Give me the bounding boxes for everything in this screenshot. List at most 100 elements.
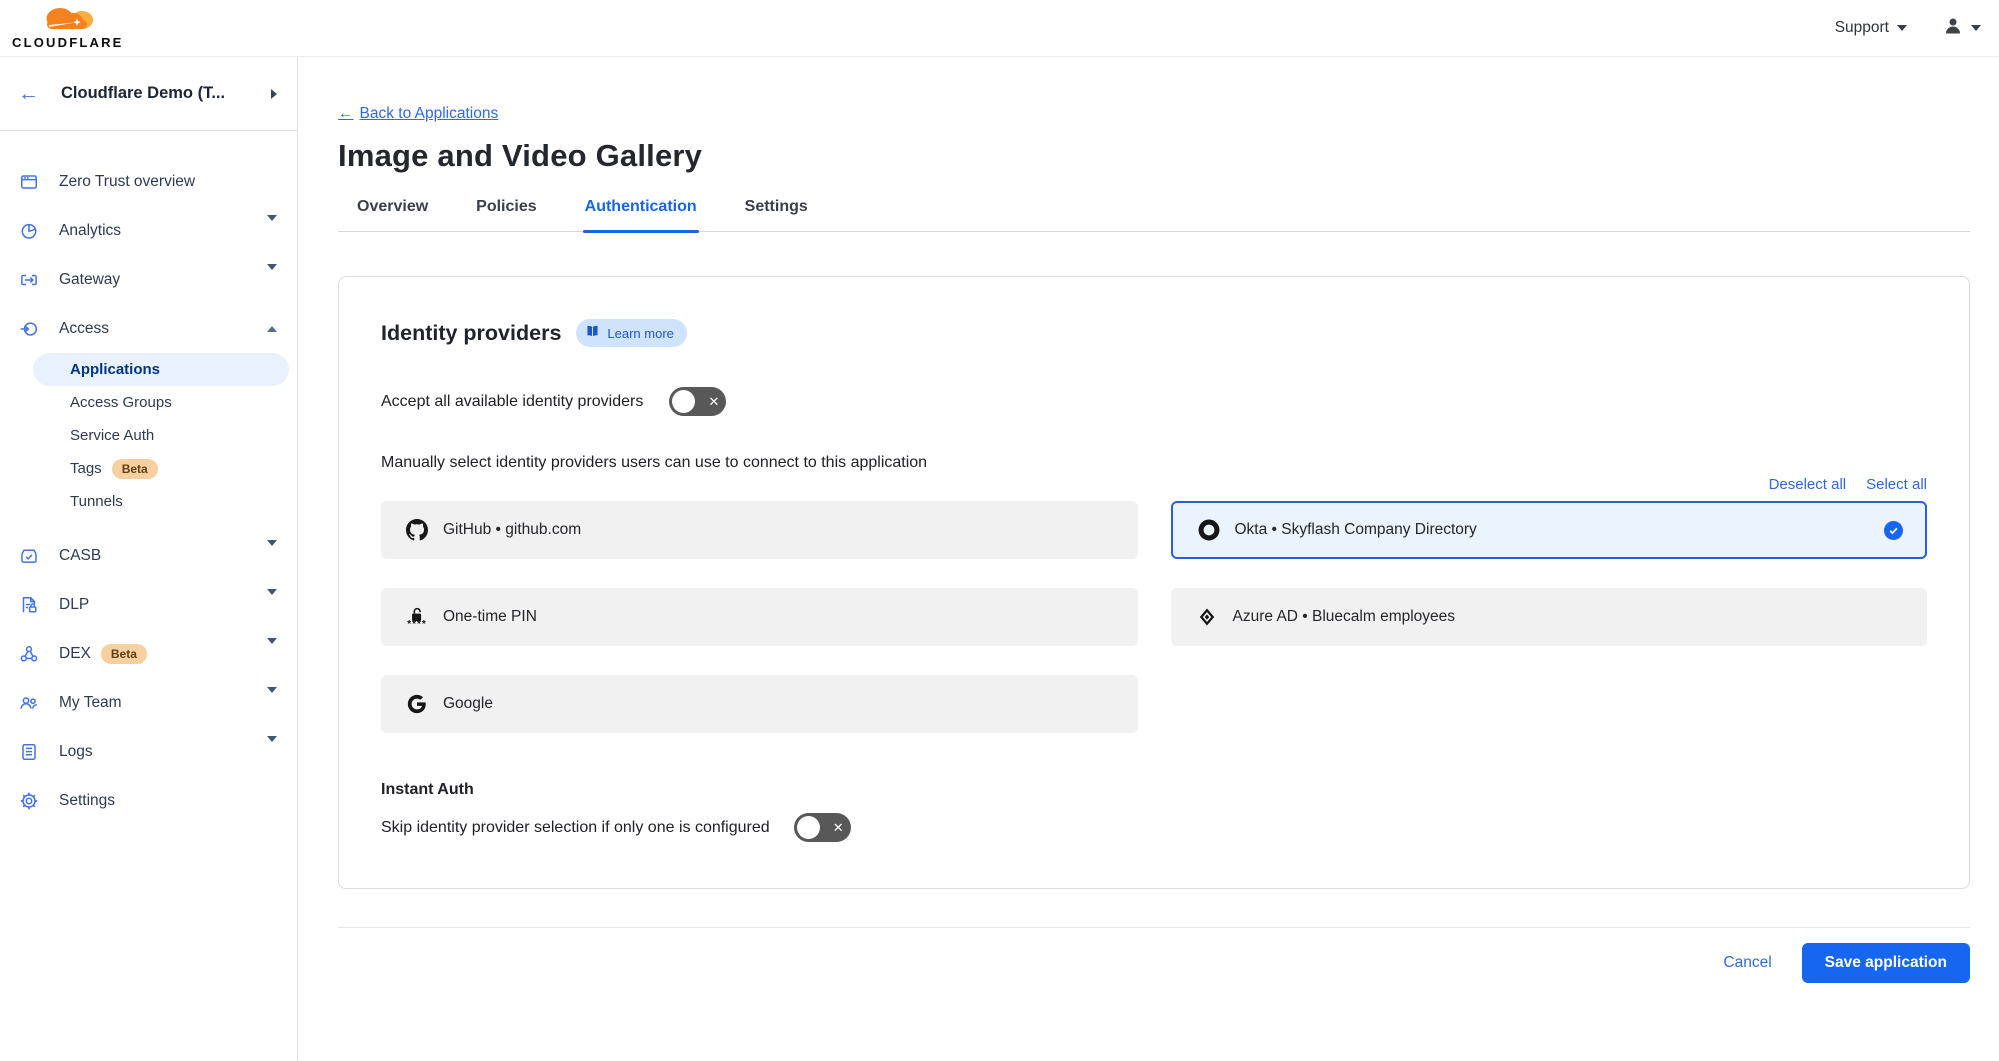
okta-icon xyxy=(1198,519,1220,541)
provider-tile-one-time-pin[interactable]: **** One-time PIN xyxy=(381,588,1138,646)
box-check-icon xyxy=(19,546,39,566)
tab-authentication[interactable]: Authentication xyxy=(583,198,699,231)
deselect-all-link[interactable]: Deselect all xyxy=(1769,476,1847,493)
sidebar-item-service-auth[interactable]: Service Auth xyxy=(0,419,297,452)
provider-tile-google[interactable]: Google xyxy=(381,675,1138,733)
save-application-button[interactable]: Save application xyxy=(1802,943,1970,983)
tab-policies[interactable]: Policies xyxy=(474,198,538,231)
accept-all-toggle[interactable]: ✕ xyxy=(669,387,726,416)
instant-auth-heading: Instant Auth xyxy=(381,781,1927,799)
toggle-knob xyxy=(797,816,820,839)
otp-stars: **** xyxy=(407,623,427,627)
azure-ad-icon xyxy=(1196,606,1218,628)
github-icon xyxy=(406,519,428,541)
chevron-down-icon xyxy=(267,589,277,621)
toggle-knob xyxy=(672,390,695,413)
topbar: CLOUDFLARE Support xyxy=(0,0,1999,57)
page-title: Image and Video Gallery xyxy=(338,138,1970,174)
provider-tile-azure-ad[interactable]: Azure AD • Bluecalm employees xyxy=(1171,588,1928,646)
select-all-link[interactable]: Select all xyxy=(1866,476,1927,493)
toggle-x-icon: ✕ xyxy=(708,395,719,408)
cloudflare-logo[interactable]: CLOUDFLARE xyxy=(12,6,124,50)
gateway-icon xyxy=(19,270,39,290)
support-menu[interactable]: Support xyxy=(1835,19,1907,37)
sidebar-item-label: Zero Trust overview xyxy=(59,173,195,191)
toggle-x-icon: ✕ xyxy=(833,821,844,834)
instant-auth-toggle[interactable]: ✕ xyxy=(794,813,851,842)
sidebar-item-label: Logs xyxy=(59,743,93,761)
sidebar-item-dex[interactable]: DEX Beta xyxy=(0,629,297,678)
tab-bar: Overview Policies Authentication Setting… xyxy=(338,198,1970,232)
cloudflare-wordmark: CLOUDFLARE xyxy=(12,35,124,50)
back-arrow-icon: ← xyxy=(338,105,354,123)
sidebar-item-tags[interactable]: Tags Beta xyxy=(0,452,297,485)
sidebar-item-applications[interactable]: Applications xyxy=(33,353,289,386)
sidebar-item-access-groups[interactable]: Access Groups xyxy=(0,386,297,419)
sidebar-item-label: Tunnels xyxy=(70,493,123,510)
learn-more-badge[interactable]: Learn more xyxy=(576,319,686,347)
sidebar-item-tunnels[interactable]: Tunnels xyxy=(0,485,297,518)
sidebar-item-access[interactable]: Access xyxy=(0,304,297,353)
chevron-down-icon xyxy=(267,638,277,670)
sidebar-item-label: CASB xyxy=(59,547,101,565)
chevron-right-icon xyxy=(271,89,277,99)
document-lock-icon xyxy=(19,595,39,615)
browser-window-icon xyxy=(19,172,39,192)
tab-settings[interactable]: Settings xyxy=(743,198,810,231)
footer-divider xyxy=(338,927,1970,928)
manual-select-text: Manually select identity providers users… xyxy=(381,454,1927,472)
back-to-applications-link[interactable]: ← Back to Applications xyxy=(338,105,498,123)
sidebar-item-label: Applications xyxy=(70,361,160,378)
back-arrow-icon[interactable]: ← xyxy=(18,83,39,104)
document-list-icon xyxy=(19,742,39,762)
pie-chart-icon xyxy=(19,221,39,241)
sidebar-item-dlp[interactable]: DLP xyxy=(0,580,297,629)
chevron-down-icon xyxy=(267,736,277,768)
sidebar-item-label: DEX xyxy=(59,645,91,663)
cancel-button[interactable]: Cancel xyxy=(1723,954,1771,972)
network-icon xyxy=(19,644,39,664)
instant-auth-label: Skip identity provider selection if only… xyxy=(381,819,770,837)
sidebar-item-label: Access xyxy=(59,320,109,338)
sidebar-item-label: Access Groups xyxy=(70,394,172,411)
chevron-up-icon xyxy=(267,326,277,332)
google-icon xyxy=(406,694,428,714)
sidebar-item-casb[interactable]: CASB xyxy=(0,531,297,580)
selected-check-icon xyxy=(1884,521,1903,540)
sidebar-item-label: DLP xyxy=(59,596,89,614)
beta-badge: Beta xyxy=(112,459,158,479)
chevron-down-icon xyxy=(1897,25,1907,31)
people-icon xyxy=(19,693,39,713)
provider-tiles: GitHub • github.com Okta • Skyflash Comp… xyxy=(381,501,1927,733)
sidebar-item-analytics[interactable]: Analytics xyxy=(0,206,297,255)
user-menu[interactable] xyxy=(1943,16,1981,41)
provider-tile-github[interactable]: GitHub • github.com xyxy=(381,501,1138,559)
sidebar-item-my-team[interactable]: My Team xyxy=(0,678,297,727)
chevron-down-icon xyxy=(1971,25,1981,31)
sidebar-item-zero-trust-overview[interactable]: Zero Trust overview xyxy=(0,157,297,206)
book-icon xyxy=(585,324,600,342)
tab-overview[interactable]: Overview xyxy=(355,198,430,231)
chevron-down-icon xyxy=(267,687,277,719)
sidebar-item-settings[interactable]: Settings xyxy=(0,776,297,825)
main-content: ← Back to Applications Image and Video G… xyxy=(298,57,1999,1061)
access-icon xyxy=(19,319,39,339)
chevron-down-icon xyxy=(267,540,277,572)
beta-badge: Beta xyxy=(101,644,147,664)
provider-tile-okta[interactable]: Okta • Skyflash Company Directory xyxy=(1171,501,1928,559)
support-label: Support xyxy=(1835,19,1889,37)
chevron-down-icon xyxy=(267,264,277,296)
cloudflare-cloud-icon xyxy=(35,6,101,37)
sidebar-item-label: Service Auth xyxy=(70,427,154,444)
account-switcher[interactable]: ← Cloudflare Demo (T... xyxy=(0,57,297,131)
accept-all-label: Accept all available identity providers xyxy=(381,393,643,411)
sidebar-item-label: Tags xyxy=(70,460,102,477)
sidebar-item-label: Settings xyxy=(59,792,115,810)
sidebar-item-logs[interactable]: Logs xyxy=(0,727,297,776)
sidebar: ← Cloudflare Demo (T... Zero Trust overv… xyxy=(0,57,298,1061)
one-time-pin-icon: **** xyxy=(406,607,428,627)
identity-providers-card: Identity providers Learn more Accept all… xyxy=(338,276,1970,889)
sidebar-item-label: My Team xyxy=(59,694,122,712)
account-name: Cloudflare Demo (T... xyxy=(61,84,249,103)
sidebar-item-gateway[interactable]: Gateway xyxy=(0,255,297,304)
